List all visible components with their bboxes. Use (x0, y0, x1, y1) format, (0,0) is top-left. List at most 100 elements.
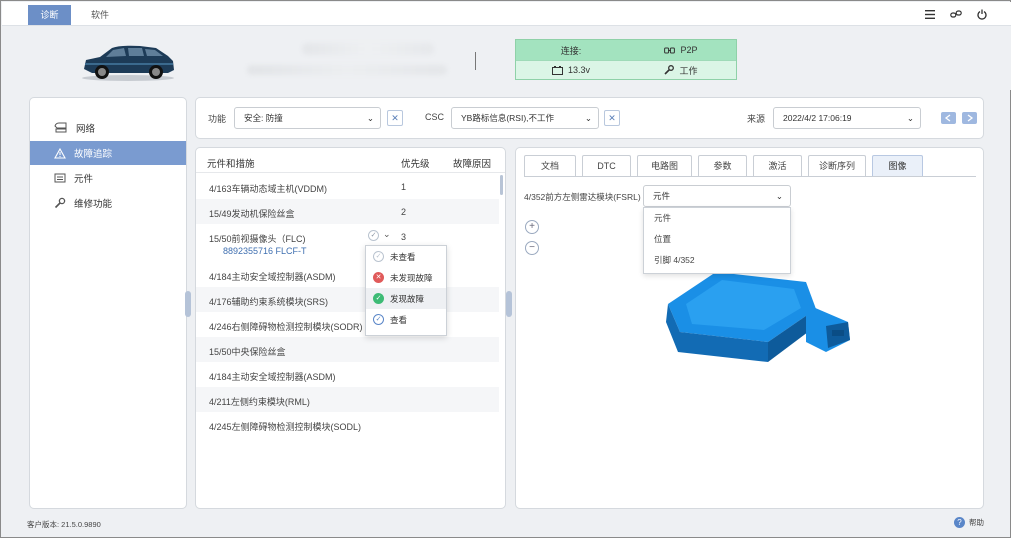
table-row[interactable]: 4/246右侧障碍物检测控制模块(SODR) (196, 312, 499, 337)
row-name: 15/50中央保险丝盒 (209, 347, 286, 357)
status-check-icon[interactable]: ✓ (368, 230, 379, 241)
power-icon[interactable] (975, 7, 989, 21)
table-row[interactable]: 15/50中央保险丝盒 (196, 337, 499, 362)
source-select[interactable]: 2022/4/2 17:06:19 ⌄ (773, 107, 921, 129)
table-row[interactable]: 4/211左侧约束模块(RML) (196, 387, 499, 412)
dropdown-option-pin[interactable]: 引脚 4/352 (644, 250, 790, 271)
component-label: 4/352前方左侧雷达模块(FSRL) (524, 192, 641, 202)
vehicle-info-redacted (247, 65, 447, 75)
view-select[interactable]: 元件 ⌄ (643, 185, 791, 207)
row-name: 4/211左侧约束模块(RML) (209, 397, 310, 407)
tab-activation[interactable]: 激活 (753, 155, 802, 176)
list-scrollbar[interactable] (500, 175, 503, 195)
chevron-down-icon: ⌄ (775, 191, 783, 201)
nav-item-label: 维修功能 (74, 199, 113, 210)
tab-diagnosis[interactable]: 诊断 (28, 5, 71, 25)
tab-image[interactable]: 图像 (872, 155, 923, 176)
battery-icon (551, 65, 563, 75)
detail-panel: 文档 DTC 电路图 参数 激活 诊断序列 图像 4/352前方左侧雷达模块(F… (515, 147, 984, 509)
view-select-value: 元件 (653, 191, 671, 201)
check-circle-icon: ✓ (373, 314, 384, 325)
dropdown-option-component[interactable]: 元件 (644, 208, 790, 229)
row-priority: 1 (401, 182, 407, 192)
source-value: 2022/4/2 17:06:19 (783, 113, 852, 123)
p2p-icon (664, 47, 676, 53)
table-row[interactable]: 15/50前视摄像头（FLC) 8892355716 FLCF-T ✓ ⌄ 3 (196, 224, 499, 262)
tab-dtc[interactable]: DTC (582, 155, 631, 176)
csc-label: CSC (425, 112, 445, 122)
next-button[interactable] (962, 112, 977, 124)
arrow-left-icon (944, 114, 951, 122)
previous-button[interactable] (941, 112, 956, 124)
battery-voltage: 13.3v (567, 65, 591, 75)
work-state: 工作 (679, 65, 698, 76)
tab-diagnostic-sequence[interactable]: 诊断序列 (808, 155, 866, 176)
vehicle-header: 连接: P2P 13.3v 工作 (2, 26, 1011, 90)
help-label: 帮助 (969, 518, 984, 527)
clear-function-button[interactable]: ✕ (387, 110, 403, 126)
connection-mode: P2P (680, 45, 698, 55)
top-bar: 诊断 软件 (2, 2, 1011, 26)
status-option-label: 未查看 (390, 251, 416, 262)
column-fault-cause: 故障原因 (453, 159, 492, 170)
table-row[interactable]: 4/163车辆动态域主机(VDDM) 1 (196, 174, 499, 199)
collapse-right-handle[interactable] (506, 291, 512, 317)
function-select[interactable]: 安全: 防撞 ⌄ (234, 107, 381, 129)
wrench-icon (54, 197, 66, 209)
arrow-right-icon (967, 114, 974, 122)
source-label: 来源 (747, 114, 766, 124)
row-priority: 3 (401, 232, 407, 242)
list-header: 元件和措施 优先级 故障原因 (196, 148, 505, 173)
component-list-panel: 元件和措施 优先级 故障原因 4/163车辆动态域主机(VDDM) 1 15/4… (195, 147, 506, 509)
status-option-label: 查看 (390, 314, 408, 325)
connection-label: 连接: (560, 45, 582, 56)
status-option-label: 未发现故障 (390, 272, 433, 283)
clear-csc-button[interactable]: ✕ (604, 110, 620, 126)
dropdown-option-location[interactable]: 位置 (644, 229, 790, 250)
nav-item-components[interactable]: 元件 (30, 166, 186, 190)
tab-documents[interactable]: 文档 (524, 155, 576, 176)
row-name: 15/50前视摄像头（FLC) (209, 234, 306, 244)
top-icons (923, 7, 989, 21)
chevron-down-icon: ⌄ (584, 113, 592, 123)
zoom-out-button[interactable]: − (525, 241, 539, 255)
collapse-left-handle[interactable] (185, 291, 191, 317)
x-circle-icon: ✕ (373, 272, 384, 283)
left-navigation: 网络 故障追踪 元件 维修功能 (29, 97, 187, 509)
status-option-fault-found[interactable]: ✓ 发现故障 (366, 288, 446, 309)
table-row[interactable]: 4/176辅助约束系统模块(SRS) (196, 287, 499, 312)
csc-select[interactable]: YB路标信息(RSI),不工作 ⌄ (451, 107, 599, 129)
table-row[interactable]: 4/184主动安全域控制器(ASDM) (196, 262, 499, 287)
menu-icon[interactable] (923, 7, 937, 21)
chevron-down-icon[interactable]: ⌄ (383, 229, 391, 240)
table-row[interactable]: 15/49发动机保险丝盒 2 (196, 199, 499, 224)
link-icon[interactable] (949, 7, 963, 21)
view-dropdown: 元件 位置 引脚 4/352 (643, 207, 791, 274)
chevron-down-icon: ⌄ (906, 113, 914, 123)
status-option-no-fault[interactable]: ✕ 未发现故障 (366, 267, 446, 288)
row-name: 15/49发动机保险丝盒 (209, 209, 295, 219)
check-circle-icon: ✓ (373, 293, 384, 304)
nav-item-network[interactable]: 网络 (30, 116, 186, 140)
table-row[interactable]: 4/184主动安全域控制器(ASDM) (196, 362, 499, 387)
nav-item-service-functions[interactable]: 维修功能 (30, 191, 186, 215)
network-icon (54, 122, 67, 133)
status-option-not-viewed[interactable]: ✓ 未查看 (366, 246, 446, 267)
tab-software[interactable]: 软件 (82, 5, 118, 25)
tab-parameters[interactable]: 参数 (698, 155, 747, 176)
status-option-view[interactable]: ✓ 查看 (366, 309, 446, 330)
connection-status: 连接: P2P 13.3v 工作 (515, 39, 737, 80)
row-name: 4/184主动安全域控制器(ASDM) (209, 272, 336, 282)
column-components: 元件和措施 (207, 159, 255, 170)
nav-item-label: 元件 (74, 174, 94, 185)
help-button[interactable]: ? 帮助 (954, 517, 984, 528)
check-circle-icon: ✓ (373, 251, 384, 262)
tab-circuit[interactable]: 电路图 (637, 155, 692, 176)
warning-icon (54, 147, 66, 159)
function-label: 功能 (208, 114, 227, 124)
table-row[interactable]: 4/245左侧障碍物检测控制模块(SODL) (196, 412, 499, 437)
help-icon: ? (954, 517, 965, 528)
nav-item-fault-tracing[interactable]: 故障追踪 (30, 141, 186, 165)
row-priority: 2 (401, 207, 407, 217)
zoom-in-button[interactable]: + (525, 220, 539, 234)
